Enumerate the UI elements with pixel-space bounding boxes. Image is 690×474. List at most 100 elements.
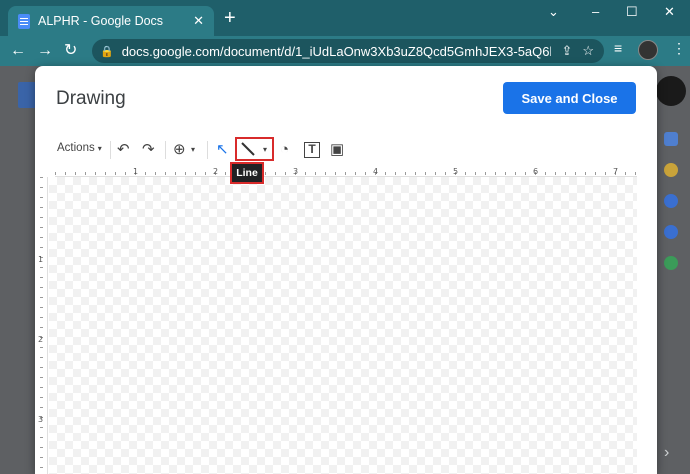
ruler-tick [55, 172, 56, 175]
close-window-button[interactable]: ✕ [664, 4, 675, 20]
ruler-number: 6 [533, 167, 539, 176]
zoom-caret-icon[interactable]: ▾ [191, 140, 195, 160]
tasks-icon[interactable] [664, 194, 678, 208]
ruler-tick [545, 172, 546, 175]
ruler-tick [305, 172, 306, 175]
profile-avatar[interactable] [638, 40, 658, 60]
ruler-tick [40, 397, 43, 398]
ruler-tick [325, 172, 326, 175]
ruler-tick [525, 172, 526, 175]
drawing-canvas[interactable] [49, 177, 637, 474]
ruler-tick [175, 172, 176, 175]
contacts-icon[interactable] [664, 225, 678, 239]
ruler-tick [415, 172, 416, 175]
ruler-number: 5 [453, 167, 459, 176]
ruler-tick [465, 172, 466, 175]
maximize-button[interactable]: ☐ [626, 4, 638, 20]
ruler-number: 1 [133, 167, 139, 176]
forward-button[interactable]: → [37, 40, 53, 62]
url-bar[interactable]: 🔒 docs.google.com/document/d/1_iUdLaOnw3… [92, 39, 604, 63]
ruler-tick [115, 172, 116, 175]
horizontal-ruler: 1 2 3 4 5 6 7 [55, 167, 637, 177]
ruler-tick [75, 172, 76, 175]
ruler-tick [40, 187, 43, 188]
bookmark-star-icon[interactable]: ☆ [582, 43, 594, 59]
address-bar-row: ← → ↻ 🔒 docs.google.com/document/d/1_iUd… [0, 36, 690, 66]
keep-icon[interactable] [664, 163, 678, 177]
ruler-tick [40, 297, 43, 298]
ruler-tick [155, 172, 156, 175]
ruler-tick [40, 227, 43, 228]
toolbar-divider [165, 141, 166, 159]
browser-menu-icon[interactable]: ⋮ [672, 40, 686, 57]
ruler-number: 2 [38, 335, 44, 344]
reload-button[interactable]: ↻ [64, 40, 77, 62]
ruler-number: 4 [373, 167, 379, 176]
line-tool-button[interactable]: ▾ [235, 137, 274, 161]
ruler-tick [475, 172, 476, 175]
line-caret-icon: ▾ [263, 144, 268, 154]
media-control-icon[interactable]: ≡ [614, 40, 622, 56]
ruler-tick [40, 317, 43, 318]
ruler-tick [145, 172, 146, 175]
text-box-icon[interactable]: T [304, 142, 320, 158]
browser-tab[interactable]: ALPHR - Google Docs ✕ [8, 6, 214, 36]
ruler-tick [185, 172, 186, 175]
ruler-tick [405, 172, 406, 175]
lock-icon[interactable]: 🔒 [100, 45, 114, 58]
ruler-tick [385, 172, 386, 175]
ruler-tick [265, 172, 266, 175]
zoom-icon[interactable]: ⊕ [173, 140, 186, 160]
docs-logo-icon [18, 82, 36, 108]
shape-icon[interactable]: ◔ [280, 140, 289, 160]
new-tab-button[interactable]: + [224, 6, 236, 30]
dialog-title: Drawing [56, 88, 126, 109]
actions-menu[interactable]: Actions ▾ [57, 142, 102, 154]
ruler-tick [40, 457, 43, 458]
save-and-close-button[interactable]: Save and Close [503, 82, 636, 114]
ruler-tick [195, 172, 196, 175]
ruler-tick [40, 447, 43, 448]
docs-user-avatar[interactable] [656, 76, 686, 106]
ruler-tick [555, 172, 556, 175]
ruler-tick [445, 172, 446, 175]
ruler-tick [40, 367, 43, 368]
ruler-tick [40, 217, 43, 218]
redo-icon[interactable]: ↷ [142, 140, 155, 160]
ruler-tick [165, 172, 166, 175]
ruler-tick [225, 172, 226, 175]
ruler-tick [105, 172, 106, 175]
ruler-tick [605, 172, 606, 175]
url-text[interactable]: docs.google.com/document/d/1_iUdLaOnw3Xb… [122, 44, 552, 59]
ruler-tick [40, 387, 43, 388]
ruler-tick [565, 172, 566, 175]
select-arrow-icon[interactable]: ↖ [216, 140, 229, 160]
minimize-button[interactable]: – [592, 4, 599, 19]
close-tab-icon[interactable]: ✕ [193, 13, 204, 29]
line-icon [241, 142, 255, 156]
ruler-tick [395, 172, 396, 175]
ruler-tick [625, 172, 626, 175]
toolbar-divider [110, 141, 111, 159]
maps-icon[interactable] [664, 256, 678, 270]
ruler-tick [95, 172, 96, 175]
share-icon[interactable]: ⇪ [561, 43, 572, 59]
calendar-icon[interactable] [664, 132, 678, 146]
tab-search-icon[interactable]: ⌄ [548, 4, 559, 20]
image-icon[interactable]: ▣ [330, 140, 344, 160]
ruler-tick [435, 172, 436, 175]
ruler-tick [495, 172, 496, 175]
ruler-tick [595, 172, 596, 175]
expand-side-panel-icon[interactable]: › [664, 444, 669, 462]
ruler-tick [40, 357, 43, 358]
undo-icon[interactable]: ↶ [117, 140, 130, 160]
ruler-tick [40, 247, 43, 248]
ruler-tick [40, 377, 43, 378]
actions-caret-icon: ▾ [97, 144, 102, 153]
ruler-number: 3 [38, 415, 44, 424]
toolbar-divider [207, 141, 208, 159]
ruler-tick [635, 172, 636, 175]
ruler-tick [315, 172, 316, 175]
back-button[interactable]: ← [10, 40, 26, 62]
ruler-tick [40, 277, 43, 278]
